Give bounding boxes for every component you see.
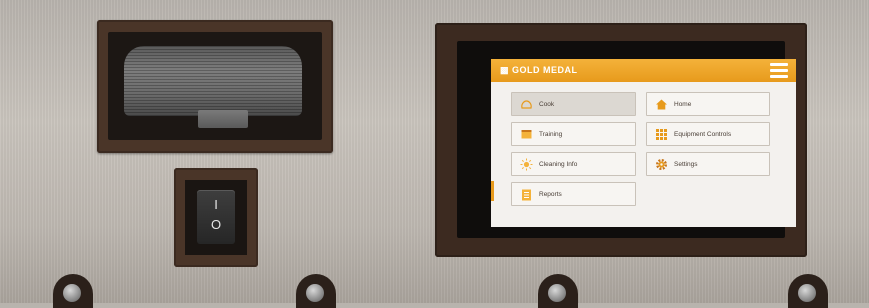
power-switch[interactable]: I O bbox=[197, 190, 235, 244]
reports-label: Reports bbox=[539, 191, 562, 198]
clipboard-icon bbox=[520, 188, 533, 201]
training-label: Training bbox=[539, 131, 563, 138]
receipt-printer bbox=[97, 20, 333, 153]
brand-logo-icon: ▩ bbox=[500, 65, 510, 75]
cleaning-info-label: Cleaning Info bbox=[539, 161, 578, 168]
sun-icon bbox=[520, 158, 533, 171]
power-on-mark: I bbox=[214, 197, 218, 212]
cook-icon bbox=[520, 98, 533, 111]
app-header: ▩ GOLD MEDAL bbox=[491, 59, 796, 82]
home-button[interactable]: Home bbox=[646, 92, 770, 116]
settings-button[interactable]: Settings bbox=[646, 152, 770, 176]
reports-button[interactable]: Reports bbox=[511, 182, 636, 206]
printer-bay bbox=[108, 32, 322, 140]
grid-icon bbox=[655, 128, 668, 141]
home-icon bbox=[655, 98, 668, 111]
brand-logo: ▩ GOLD MEDAL bbox=[500, 65, 578, 76]
cleaning-info-button[interactable]: Cleaning Info bbox=[511, 152, 636, 176]
power-switch-housing: I O bbox=[174, 168, 258, 267]
home-label: Home bbox=[674, 101, 692, 108]
printer-roll-cover bbox=[124, 46, 302, 116]
brand-name: GOLD MEDAL bbox=[512, 65, 578, 75]
touchscreen-glass: ▩ GOLD MEDAL Cook Training Cleaning Info… bbox=[457, 41, 796, 238]
touchscreen-bezel: ▩ GOLD MEDAL Cook Training Cleaning Info… bbox=[435, 23, 807, 257]
cook-label: Cook bbox=[539, 101, 555, 108]
touchscreen-display: ▩ GOLD MEDAL Cook Training Cleaning Info… bbox=[491, 59, 796, 227]
power-switch-well: I O bbox=[185, 180, 247, 255]
power-off-mark: O bbox=[210, 217, 222, 232]
cook-button[interactable]: Cook bbox=[511, 92, 636, 116]
training-button[interactable]: Training bbox=[511, 122, 636, 146]
equipment-controls-button[interactable]: Equipment Controls bbox=[646, 122, 770, 146]
gear-icon bbox=[655, 158, 668, 171]
training-icon bbox=[520, 128, 533, 141]
scroll-indicator bbox=[491, 181, 494, 201]
paper-tear-tab[interactable] bbox=[198, 110, 248, 128]
equipment-controls-label: Equipment Controls bbox=[674, 131, 732, 138]
settings-label: Settings bbox=[674, 161, 698, 168]
hamburger-menu-icon[interactable] bbox=[770, 63, 788, 78]
